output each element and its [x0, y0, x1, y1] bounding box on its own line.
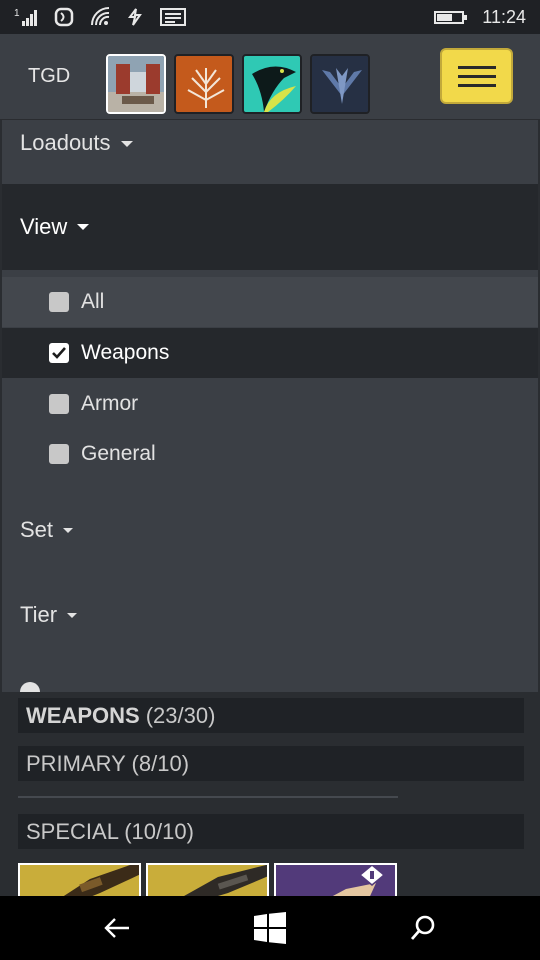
checkbox[interactable] — [49, 394, 69, 414]
checkbox[interactable] — [49, 343, 69, 363]
checkbox[interactable] — [49, 292, 69, 312]
chevron-down-icon — [63, 527, 74, 533]
wifi-icon — [91, 7, 110, 26]
signal-icon: 1 — [14, 8, 37, 26]
filter-general[interactable]: General — [2, 429, 538, 479]
set-menu[interactable]: Set — [2, 505, 538, 555]
emblem-hunter[interactable] — [310, 54, 370, 114]
svg-text:1: 1 — [14, 8, 20, 19]
emblem-raven[interactable] — [242, 54, 302, 114]
data-sync-icon — [128, 8, 142, 26]
view-label: View — [20, 214, 68, 239]
partial-menu-item — [20, 682, 40, 692]
divider — [18, 796, 398, 798]
emblem-tree[interactable] — [174, 54, 234, 114]
primary-header[interactable]: PRIMARY (8/10) — [18, 746, 524, 781]
set-label: Set — [20, 517, 54, 542]
clock: 11:24 — [482, 6, 526, 27]
checkbox[interactable] — [49, 444, 69, 464]
filter-label: Weapons — [81, 341, 170, 364]
primary-label: PRIMARY (8/10) — [26, 750, 190, 776]
checkmark-icon — [52, 347, 66, 359]
special-header[interactable]: SPECIAL (10/10) — [18, 814, 524, 849]
filter-all[interactable]: All — [2, 277, 538, 327]
chevron-down-icon — [77, 224, 90, 230]
tier-label: Tier — [20, 602, 58, 627]
weapons-count: (23/30) — [145, 702, 216, 728]
windows-icon — [253, 912, 286, 944]
hamburger-menu-button[interactable] — [440, 48, 513, 104]
tier-menu[interactable]: Tier — [2, 590, 538, 640]
system-nav-bar — [0, 896, 540, 960]
status-bar: 1 11:24 — [0, 0, 540, 34]
back-arrow-icon — [103, 918, 129, 938]
weapons-title: WEAPONS — [26, 702, 140, 728]
weapon-item[interactable] — [146, 863, 269, 896]
chevron-down-icon — [120, 141, 133, 147]
weapon-item[interactable] — [18, 863, 141, 896]
filter-armor[interactable]: Armor — [2, 379, 538, 429]
filter-label: All — [81, 290, 105, 313]
start-button[interactable] — [245, 903, 295, 953]
filter-label: Armor — [81, 392, 139, 415]
menu-line — [457, 83, 496, 87]
filter-label: General — [81, 442, 156, 465]
menu-line — [457, 74, 496, 78]
loadouts-label: Loadouts — [20, 130, 111, 155]
filter-dropdown: Loadouts View All Weapons Armor General … — [2, 120, 538, 692]
nfc-icon — [54, 7, 74, 27]
search-button[interactable] — [398, 903, 448, 953]
character-name: TGD — [28, 65, 71, 87]
special-label: SPECIAL (10/10) — [26, 818, 194, 844]
back-button[interactable] — [92, 903, 142, 953]
menu-line — [457, 65, 496, 69]
view-menu[interactable]: View — [2, 184, 538, 270]
battery-icon — [434, 10, 468, 24]
weapon-item[interactable] — [274, 863, 397, 896]
loadouts-menu[interactable]: Loadouts — [2, 120, 538, 184]
filter-weapons[interactable]: Weapons — [2, 328, 538, 378]
app-header: TGD — [0, 34, 540, 120]
search-icon — [411, 915, 435, 940]
message-icon — [160, 8, 186, 26]
weapons-header[interactable]: WEAPONS (23/30) — [18, 698, 524, 733]
inventory: WEAPONS (23/30) PRIMARY (8/10) SPECIAL (… — [0, 692, 540, 896]
chevron-down-icon — [67, 612, 78, 618]
emblem-room[interactable] — [106, 54, 166, 114]
